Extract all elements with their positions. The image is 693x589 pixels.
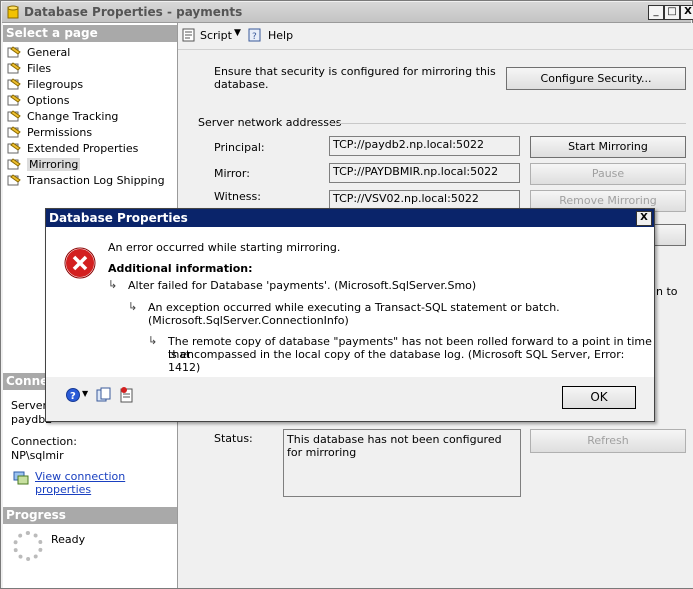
progress-status: Ready bbox=[51, 533, 86, 546]
configure-security-button[interactable]: Configure Security... bbox=[506, 67, 686, 90]
minimize-button[interactable]: _ bbox=[648, 5, 664, 20]
principal-label: Principal: bbox=[214, 141, 265, 154]
page-item-mirroring[interactable]: Mirroring bbox=[7, 157, 81, 173]
network-addresses-group-label: Server network addresses bbox=[198, 116, 342, 129]
arrow-icon: ↳ bbox=[128, 300, 138, 313]
property-page-icon bbox=[7, 46, 21, 58]
refresh-button[interactable]: Refresh bbox=[530, 429, 686, 453]
pause-button[interactable]: Pause bbox=[530, 163, 686, 185]
partial-option-text: n to bbox=[656, 285, 678, 298]
principal-field[interactable]: TCP://paydb2.np.local:5022 bbox=[329, 136, 520, 156]
status-label: Status: bbox=[214, 432, 253, 445]
select-page-header: Select a page bbox=[3, 25, 177, 42]
connection-label: Connection: bbox=[11, 435, 77, 448]
property-page-icon bbox=[7, 158, 21, 170]
script-dropdown-chevron-icon[interactable]: ▼ bbox=[234, 28, 241, 38]
property-page-icon bbox=[7, 94, 21, 106]
page-item-change-tracking[interactable]: Change Tracking bbox=[7, 109, 118, 125]
dialog-title: Database Properties bbox=[49, 211, 188, 225]
script-button[interactable]: Script bbox=[200, 29, 232, 42]
connection-value: NP\sqlmir bbox=[11, 449, 64, 462]
arrow-icon: ↳ bbox=[148, 334, 158, 347]
script-icon bbox=[182, 28, 195, 42]
page-item-label: Change Tracking bbox=[27, 110, 119, 123]
page-item-label: Extended Properties bbox=[27, 142, 139, 155]
witness-field[interactable]: TCP://VSV02.np.local:5022 bbox=[329, 190, 520, 210]
mirror-label: Mirror: bbox=[214, 167, 250, 180]
security-text-line2: database. bbox=[214, 78, 269, 91]
show-details-icon[interactable] bbox=[119, 386, 135, 403]
error-level3-line2: is encompassed in the local copy of the … bbox=[168, 348, 625, 374]
close-button[interactable]: X bbox=[680, 5, 693, 20]
arrow-icon: ↳ bbox=[108, 278, 118, 291]
connection-header: Conne bbox=[3, 373, 48, 390]
page-item-label: Transaction Log Shipping bbox=[27, 174, 165, 187]
page-item-general[interactable]: General bbox=[7, 45, 70, 61]
window-title: Database Properties - payments bbox=[24, 5, 243, 19]
witness-label: Witness: bbox=[214, 190, 261, 203]
maximize-button[interactable]: □ bbox=[664, 5, 680, 20]
page-item-label: General bbox=[27, 46, 71, 59]
view-connection-properties-link[interactable]: View connection properties bbox=[35, 470, 177, 496]
mirror-field[interactable]: TCP://PAYDBMIR.np.local:5022 bbox=[329, 163, 520, 183]
property-page-icon bbox=[7, 62, 21, 74]
page-item-files[interactable]: Files bbox=[7, 61, 51, 77]
page-item-permissions[interactable]: Permissions bbox=[7, 125, 92, 141]
page-item-options[interactable]: Options bbox=[7, 93, 69, 109]
page-item-label: Filegroups bbox=[27, 78, 84, 91]
dialog-body: An error occurred while starting mirrori… bbox=[46, 227, 654, 377]
error-icon bbox=[64, 247, 96, 279]
database-icon bbox=[7, 5, 19, 19]
page-item-filegroups[interactable]: Filegroups bbox=[7, 77, 83, 93]
property-page-icon bbox=[7, 110, 21, 122]
property-page-icon bbox=[7, 142, 21, 154]
progress-header: Progress bbox=[3, 507, 177, 524]
copy-icon[interactable] bbox=[96, 387, 112, 403]
svg-text:?: ? bbox=[70, 391, 76, 402]
error-dialog: Database Properties X An error occurred … bbox=[45, 208, 655, 422]
dialog-close-button[interactable]: X bbox=[636, 211, 652, 226]
page-item-transaction-log-shipping[interactable]: Transaction Log Shipping bbox=[7, 173, 165, 189]
help-button[interactable]: Help bbox=[268, 29, 293, 42]
toolbar: Script ▼ ? Help bbox=[178, 23, 693, 50]
error-message: An error occurred while starting mirrori… bbox=[108, 241, 341, 254]
error-level1: Alter failed for Database 'payments'. (M… bbox=[128, 279, 477, 292]
title-bar: Database Properties - payments _ □ X bbox=[2, 2, 693, 23]
connection-properties-icon bbox=[13, 471, 29, 485]
error-level2-line1: An exception occurred while executing a … bbox=[148, 301, 560, 314]
progress-spinner-icon bbox=[13, 531, 43, 561]
svg-text:?: ? bbox=[252, 32, 257, 42]
error-level2-line2: (Microsoft.SqlServer.ConnectionInfo) bbox=[148, 314, 349, 327]
security-text-line1: Ensure that security is configured for m… bbox=[214, 65, 496, 78]
group-divider bbox=[328, 123, 686, 124]
start-mirroring-button[interactable]: Start Mirroring bbox=[530, 136, 686, 158]
page-item-label: Files bbox=[27, 62, 52, 75]
property-page-icon bbox=[7, 78, 21, 90]
ok-button[interactable]: OK bbox=[562, 386, 636, 409]
property-page-icon bbox=[7, 126, 21, 138]
property-page-icon bbox=[7, 174, 21, 186]
page-item-extended-properties[interactable]: Extended Properties bbox=[7, 141, 138, 157]
help-dropdown-chevron-icon[interactable]: ▼ bbox=[82, 389, 88, 398]
dialog-title-bar: Database Properties bbox=[46, 209, 654, 227]
page-item-label: Mirroring bbox=[27, 158, 81, 171]
page-item-label: Permissions bbox=[27, 126, 93, 139]
help-icon: ? bbox=[248, 28, 261, 42]
status-box: This database has not been configured fo… bbox=[283, 429, 521, 497]
page-item-label: Options bbox=[27, 94, 70, 107]
additional-info-label: Additional information: bbox=[108, 262, 253, 275]
